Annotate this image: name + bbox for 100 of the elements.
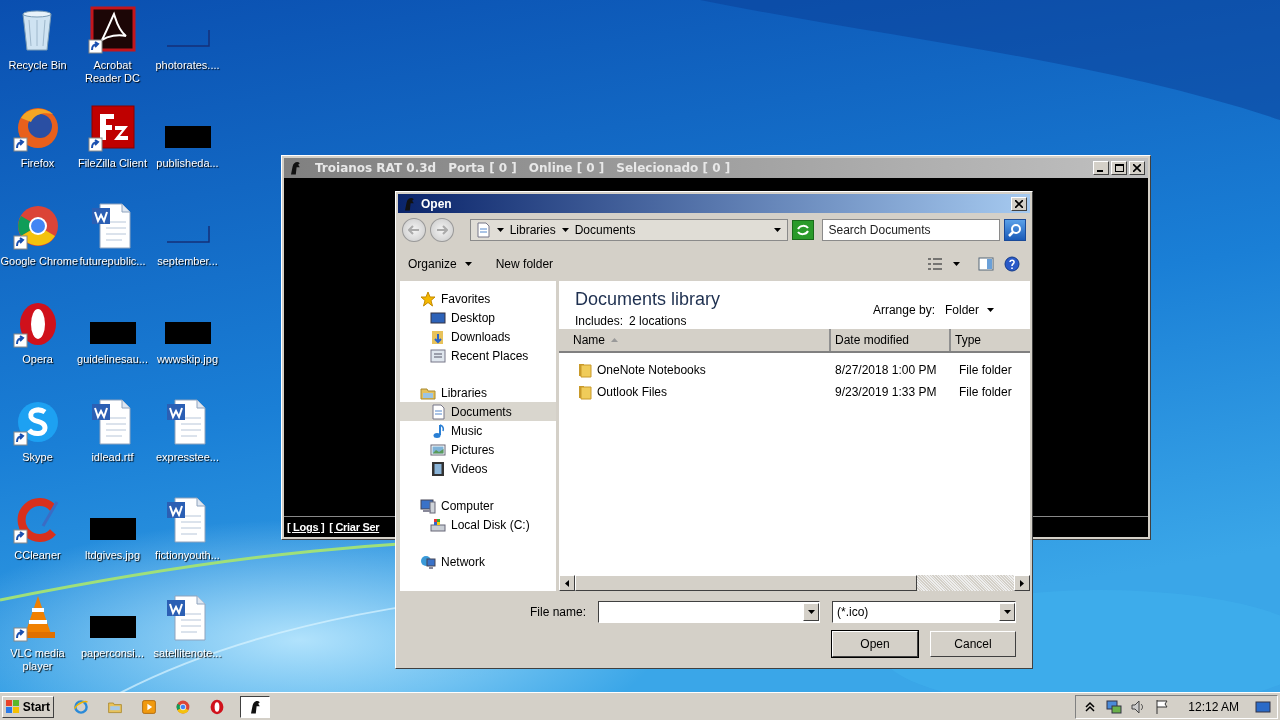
caret-icon: [773, 228, 781, 232]
show-desktop-icon[interactable]: [1255, 698, 1271, 715]
disk-icon: [430, 516, 446, 533]
media-player-icon: [141, 698, 157, 715]
nav-item[interactable]: Local Disk (C:): [400, 515, 556, 534]
icon-label[interactable]: expresstee...: [150, 451, 225, 464]
icon-label[interactable]: guidelinesau...: [75, 353, 150, 366]
icon-label[interactable]: wwwskip.jpg: [150, 353, 225, 366]
breadcrumb-item[interactable]: Libraries: [509, 223, 556, 237]
help-icon[interactable]: [1004, 256, 1020, 272]
search-button[interactable]: [1004, 219, 1026, 241]
folder-icon: [577, 384, 593, 400]
caret-icon[interactable]: [561, 228, 569, 232]
right-arrow-icon[interactable]: [1020, 579, 1024, 587]
open-button[interactable]: Open: [832, 631, 918, 657]
nav-item[interactable]: Libraries: [400, 383, 556, 402]
nav-item[interactable]: Pictures: [400, 440, 556, 459]
menu-link[interactable]: [ Logs ]: [287, 521, 325, 533]
new-folder-button[interactable]: New folder: [495, 257, 554, 271]
address-bar[interactable]: Libraries Documents: [469, 219, 788, 241]
file-name-cell[interactable]: OneNote Notebooks: [559, 362, 831, 378]
status-text: Selecionado [ 0 ]: [616, 161, 731, 175]
folder-icon: [577, 362, 593, 378]
locations-link[interactable]: 2 locations: [629, 314, 687, 328]
close-button[interactable]: [1129, 161, 1145, 175]
search-field[interactable]: Search Documents: [821, 219, 1001, 241]
nav-item[interactable]: Downloads: [400, 327, 556, 346]
document-icon: [474, 222, 491, 238]
icon-label[interactable]: CCleaner: [0, 549, 75, 562]
back-arrow-icon: [407, 224, 420, 235]
forward-arrow-icon: [435, 224, 448, 235]
column-header[interactable]: Date modified: [831, 329, 951, 351]
nav-item[interactable]: Network: [400, 552, 556, 571]
type-cell-text: File folder: [958, 385, 1012, 399]
monitor-icon: [430, 309, 446, 326]
film-icon: [430, 460, 446, 477]
search-icon: [1008, 223, 1023, 237]
four-squares-icon: [6, 699, 20, 714]
music-note-icon: [430, 422, 446, 439]
caret-icon: [987, 308, 994, 312]
icon-label[interactable]: Opera: [0, 353, 75, 366]
maximize-button[interactable]: [1111, 161, 1127, 175]
library-title: Documents library: [575, 289, 721, 310]
caret-icon: [807, 610, 815, 614]
icon-label[interactable]: photorates....: [150, 59, 225, 72]
close-icon: [1133, 164, 1141, 172]
clock[interactable]: 12:12 AM: [1188, 699, 1239, 714]
file-name-cell[interactable]: Outlook Files: [559, 384, 831, 400]
document-app-icon[interactable]: [87, 6, 138, 56]
file-type-dropdown[interactable]: (*.ico): [832, 601, 1016, 623]
minimize-button[interactable]: [1093, 161, 1109, 175]
date-cell-text: 9/23/2019 1:33 PM: [834, 385, 938, 399]
document-icon: [430, 403, 446, 420]
file-name-field[interactable]: [598, 601, 820, 623]
icon-label[interactable]: Recycle Bin: [0, 59, 75, 72]
organize-button[interactable]: Organize: [408, 257, 472, 271]
column-header[interactable]: Name: [559, 329, 831, 351]
view-list-icon[interactable]: [927, 256, 943, 272]
file-name-label: File name:: [528, 605, 586, 619]
preview-pane-icon[interactable]: [978, 256, 994, 272]
taskbar-button[interactable]: [240, 695, 270, 718]
nav-item[interactable]: Computer: [400, 496, 556, 515]
nav-item[interactable]: Videos: [400, 459, 556, 478]
type-cell-text: File folder: [958, 363, 1012, 377]
app-icon[interactable]: [87, 104, 138, 154]
dialog-title: Open: [421, 196, 452, 211]
icon-label[interactable]: FileZilla Client: [75, 157, 150, 170]
menu-link[interactable]: [ Criar Ser: [329, 521, 380, 533]
arrange-dropdown[interactable]: Folder: [945, 303, 994, 317]
column-header[interactable]: Type: [951, 329, 1030, 351]
arrange-label: Arrange by:: [872, 303, 935, 317]
computer-icon: [420, 497, 436, 514]
nav-item[interactable]: Recent Places: [400, 346, 556, 365]
browser-icon: [175, 698, 191, 715]
start-button[interactable]: Start: [2, 695, 54, 718]
nav-item[interactable]: Favorites: [400, 289, 556, 308]
icon-label[interactable]: publisheda...: [150, 157, 225, 170]
network-icon[interactable]: [1106, 698, 1123, 715]
refresh-button[interactable]: [791, 220, 814, 240]
caret-icon[interactable]: [496, 228, 504, 232]
browser-icon: [209, 698, 225, 715]
cancel-button[interactable]: Cancel: [930, 631, 1016, 657]
network-icon: [420, 553, 436, 570]
icon-label[interactable]: september...: [150, 255, 225, 268]
caret-icon[interactable]: [953, 262, 960, 266]
browser-icon: [73, 698, 89, 715]
flag-icon[interactable]: [1154, 698, 1171, 715]
icon-label[interactable]: idlead.rtf: [75, 451, 150, 464]
close-button[interactable]: [1011, 196, 1027, 211]
nav-item[interactable]: Documents: [400, 402, 556, 421]
icon-label[interactable]: Firefox: [0, 157, 75, 170]
left-arrow-icon[interactable]: [565, 579, 569, 587]
horizontal-scrollbar[interactable]: [559, 575, 1030, 591]
breadcrumb-item[interactable]: Documents: [574, 223, 636, 237]
nav-item[interactable]: Music: [400, 421, 556, 440]
status-text: Online [ 0 ]: [528, 161, 605, 175]
close-icon: [1015, 199, 1023, 208]
icon-label[interactable]: Acrobat Reader DC: [75, 59, 150, 85]
nav-item[interactable]: Desktop: [400, 308, 556, 327]
icon-label[interactable]: Skype: [0, 451, 75, 464]
